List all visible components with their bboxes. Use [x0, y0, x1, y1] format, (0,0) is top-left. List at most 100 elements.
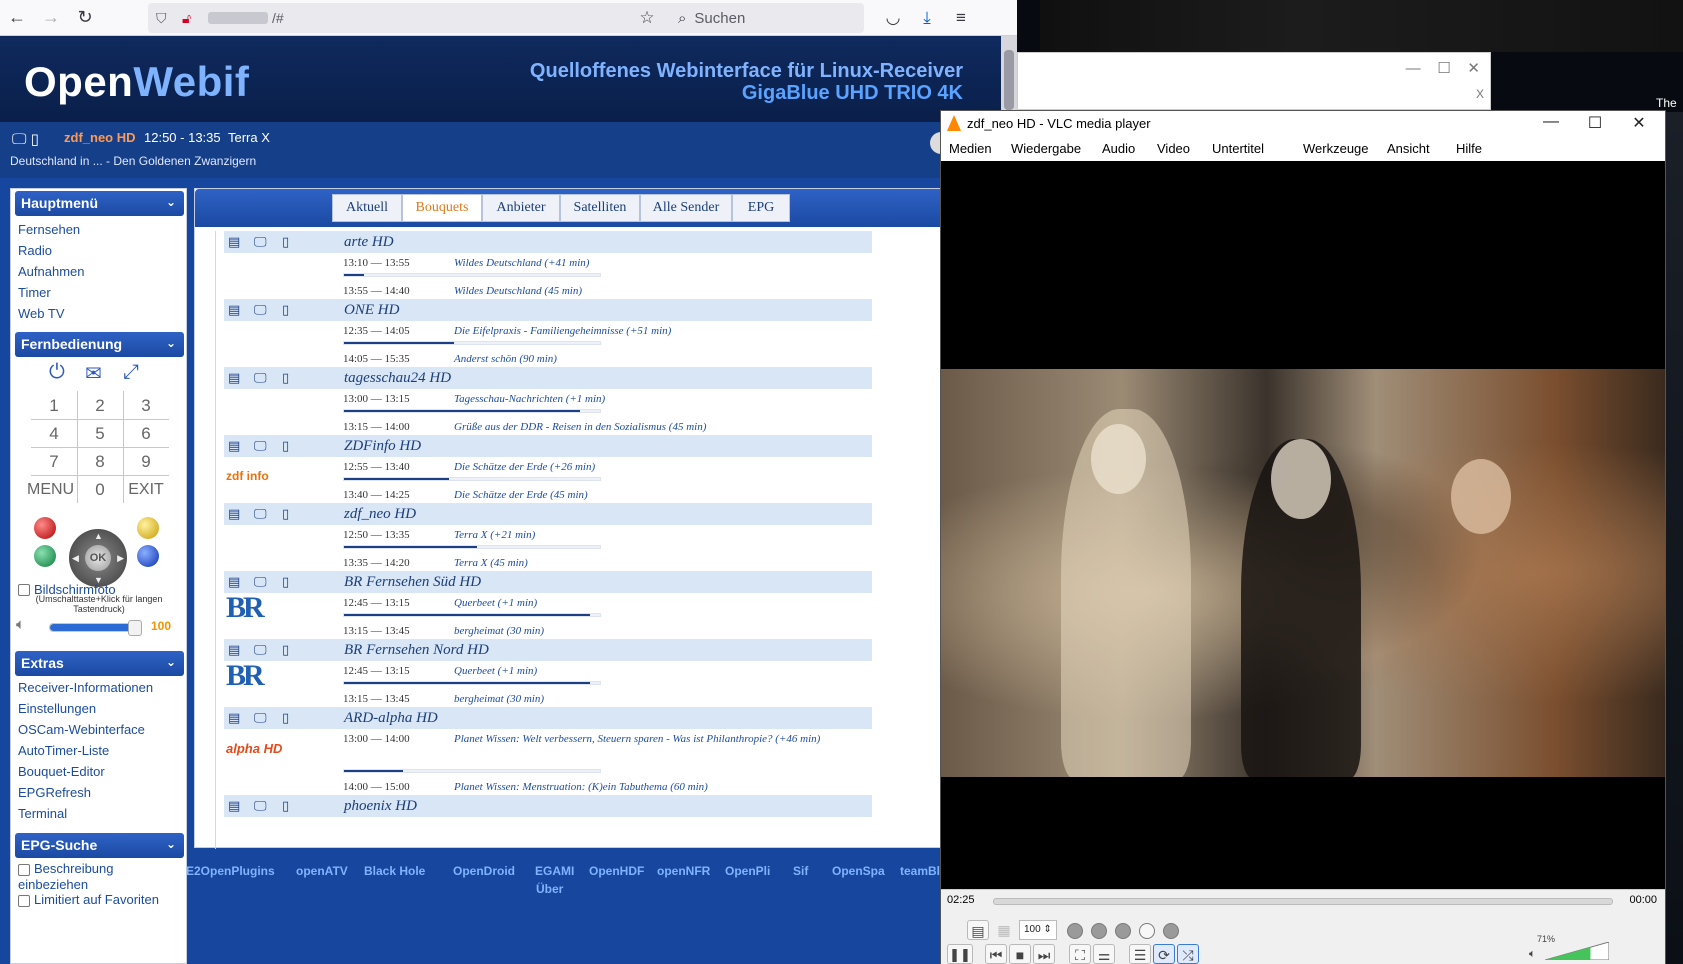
event-now-title[interactable]: Querbeet (+1 min)	[454, 663, 854, 679]
tv-and-mobile-icons[interactable]: 🖵︎ ▯	[12, 130, 39, 148]
event-next-title[interactable]: Anderst schön (90 min)	[454, 351, 854, 367]
channel-header[interactable]: ▤ 🖵︎ ▯ phoenix HD	[224, 795, 872, 817]
extras-item-autotimer[interactable]: AutoTimer-Liste	[18, 743, 109, 758]
epg-list-icon[interactable]: ▤	[228, 302, 240, 318]
main-menu-header[interactable]: Hauptmenü ⌄	[15, 191, 184, 216]
stop-icon[interactable]: ■	[1009, 944, 1031, 964]
speaker-icon[interactable]: 🔈︎	[16, 616, 25, 633]
epg-list-icon[interactable]: ▤	[228, 574, 240, 590]
channel-name[interactable]: ZDFinfo HD	[344, 438, 421, 455]
volume-slider[interactable]	[49, 620, 142, 636]
footer-link[interactable]: Sif	[793, 864, 808, 878]
event-now-title[interactable]: Tagesschau-Nachrichten (+1 min)	[454, 391, 854, 407]
right-arrow-icon[interactable]: ▶	[117, 553, 124, 564]
key-0[interactable]: 0	[77, 475, 123, 504]
screenshot-checkbox[interactable]	[18, 584, 30, 596]
shield-icon[interactable]: ⛉	[156, 10, 176, 27]
key-7[interactable]: 7	[31, 447, 77, 476]
previous-icon[interactable]: ⏮	[985, 944, 1007, 964]
download-icon[interactable]: ⤓	[910, 0, 944, 36]
epg-list-icon[interactable]: ▤	[228, 710, 240, 726]
channel-name[interactable]: ONE HD	[344, 302, 399, 319]
extras-header[interactable]: Extras ⌄	[15, 651, 184, 676]
tv-stream-icon[interactable]: 🖵︎	[254, 574, 267, 590]
red-button[interactable]	[34, 517, 56, 539]
channel-name[interactable]: arte HD	[344, 234, 394, 251]
epg-list-icon[interactable]: ▤	[228, 438, 240, 454]
tv-stream-icon[interactable]: 🖵︎	[254, 234, 267, 250]
tv-stream-icon[interactable]: 🖵︎	[254, 302, 267, 318]
extras-item-receiver-info[interactable]: Receiver-Informationen	[18, 680, 153, 695]
channel-header[interactable]: ▤ 🖵︎ ▯ ARD-alpha HD	[224, 707, 872, 729]
footer-link[interactable]: openATV	[296, 864, 348, 878]
playlist-icon[interactable]: ☰	[1129, 944, 1151, 964]
channel-header[interactable]: ▤ 🖵︎ ▯ zdf_neo HD	[224, 503, 872, 525]
mobile-stream-icon[interactable]: ▯	[282, 642, 289, 658]
extras-item-terminal[interactable]: Terminal	[18, 806, 67, 821]
tab-epg[interactable]: EPG	[732, 194, 790, 222]
next-icon[interactable]: ⏭	[1033, 944, 1055, 964]
channel-header[interactable]: ▤ 🖵︎ ▯ BR Fernsehen Nord HD	[224, 639, 872, 661]
footer-link[interactable]: OpenSpa	[832, 864, 885, 878]
now-channel[interactable]: zdf_neo HD	[64, 130, 136, 145]
volume-wedge[interactable]	[1545, 942, 1609, 960]
channel-header[interactable]: ▤ 🖵︎ ▯ ONE HD	[224, 299, 872, 321]
epg-list-icon[interactable]: ▤	[228, 798, 240, 814]
channel-header[interactable]: ▤ 🖵︎ ▯ arte HD	[224, 231, 872, 253]
channel-name[interactable]: ARD-alpha HD	[344, 710, 438, 727]
footer-link[interactable]: OpenPli	[725, 864, 770, 878]
menu-item-aufnahmen[interactable]: Aufnahmen	[18, 264, 85, 279]
event-now-title[interactable]: Querbeet (+1 min)	[454, 595, 854, 611]
footer-link[interactable]: openNFR	[657, 864, 710, 878]
record-icon[interactable]	[1067, 923, 1083, 939]
insecure-lock-icon[interactable]: 🔓︎	[182, 10, 202, 27]
footer-link[interactable]: E2OpenPlugins	[186, 864, 275, 878]
channel-header[interactable]: ▤ 🖵︎ ▯ tagesschau24 HD	[224, 367, 872, 389]
menu-item-radio[interactable]: Radio	[18, 243, 52, 258]
frame-by-frame-icon[interactable]: ▤	[967, 920, 989, 940]
epg-search-header[interactable]: EPG-Suche ⌄	[15, 833, 184, 858]
extras-item-settings[interactable]: Einstellungen	[18, 701, 96, 716]
channel-name[interactable]: zdf_neo HD	[344, 506, 416, 523]
footer-link[interactable]: Black Hole	[364, 864, 425, 878]
event-now-title[interactable]: Die Schätze der Erde (+26 min)	[454, 459, 854, 475]
vlc-menu-item[interactable]: Werkzeuge	[1303, 141, 1369, 156]
left-arrow-icon[interactable]: ◀	[72, 553, 79, 564]
search-input[interactable]: ⌕ Suchen	[668, 3, 864, 33]
footer-link[interactable]: EGAMI	[535, 864, 574, 878]
ok-button[interactable]: OK	[85, 545, 111, 571]
minimize-icon[interactable]: —	[1529, 113, 1573, 131]
epg-list-icon[interactable]: ▤	[228, 506, 240, 522]
key-exit[interactable]: EXIT	[123, 475, 169, 504]
mobile-stream-icon[interactable]: ▯	[282, 506, 289, 522]
remote-header[interactable]: Fernbedienung ⌄	[15, 332, 184, 357]
mobile-stream-icon[interactable]: ▯	[282, 234, 289, 250]
favorites-only-checkbox[interactable]	[18, 895, 30, 907]
tab-satelliten[interactable]: Satelliten	[560, 194, 640, 222]
channel-name[interactable]: BR Fernsehen Süd HD	[344, 574, 481, 591]
speed-spinbox[interactable]: 100 ⇕	[1019, 920, 1057, 940]
key-2[interactable]: 2	[77, 391, 123, 420]
channel-header[interactable]: ▤ 🖵︎ ▯ BR Fernsehen Süd HD	[224, 571, 872, 593]
footer-link[interactable]: OpenHDF	[589, 864, 644, 878]
mobile-stream-icon[interactable]: ▯	[282, 302, 289, 318]
vlc-menu-item[interactable]: Medien	[949, 141, 992, 156]
fullscreen-icon[interactable]: ⛶	[1069, 944, 1091, 964]
envelope-icon[interactable]: ✉	[85, 361, 102, 386]
event-next-title[interactable]: Terra X (45 min)	[454, 555, 854, 571]
epg-list-icon[interactable]: ▤	[228, 370, 240, 386]
key-5[interactable]: 5	[77, 419, 123, 448]
pocket-icon[interactable]: ◡	[876, 0, 910, 36]
key-menu[interactable]: MENU	[27, 475, 74, 504]
footer-link[interactable]: OpenDroid	[453, 864, 515, 878]
tab-bouquets[interactable]: Bouquets	[402, 194, 482, 222]
event-next-title[interactable]: Die Schätze der Erde (45 min)	[454, 487, 854, 503]
vlc-menu-item[interactable]: Video	[1157, 141, 1190, 156]
event-now-title[interactable]: Terra X (+21 min)	[454, 527, 854, 543]
tv-stream-icon[interactable]: 🖵︎	[254, 370, 267, 386]
channel-name[interactable]: tagesschau24 HD	[344, 370, 451, 387]
bookmark-star-icon[interactable]: ☆	[630, 0, 664, 36]
tab-alle-sender[interactable]: Alle Sender	[640, 194, 732, 222]
pause-icon[interactable]: ❚❚	[947, 944, 973, 964]
include-description-checkbox[interactable]	[18, 864, 30, 876]
